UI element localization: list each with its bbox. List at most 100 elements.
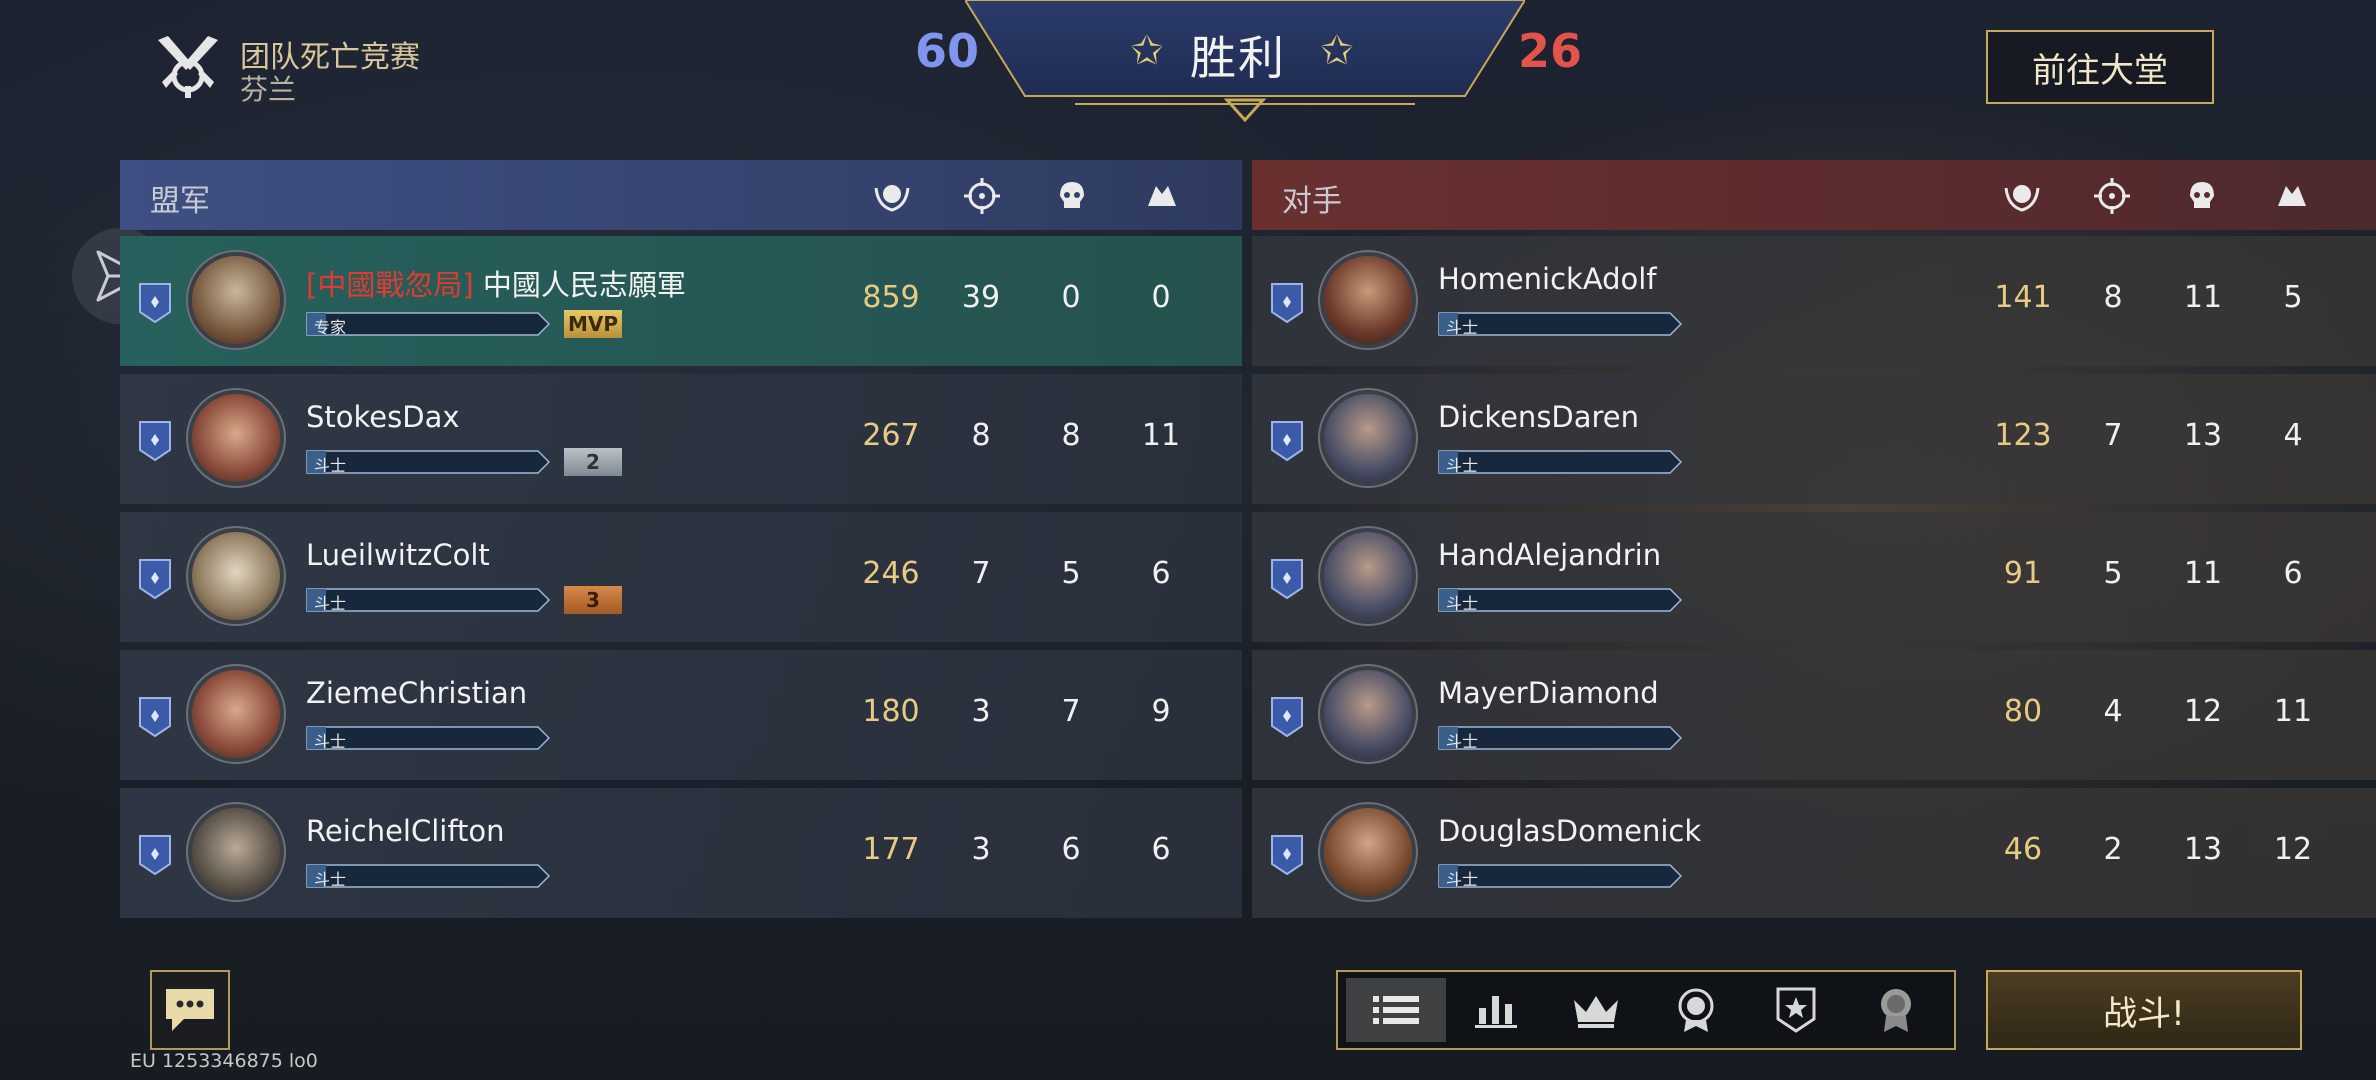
avatar	[192, 670, 280, 758]
player-score: 80	[2003, 694, 2043, 729]
player-assists: 6	[1151, 832, 1171, 867]
rank-bar: 斗士	[306, 726, 550, 751]
player-score: 267	[862, 418, 920, 453]
avatar	[1324, 808, 1412, 896]
rank-badge-icon	[1271, 559, 1303, 600]
list-icon	[1373, 996, 1419, 1024]
rank-bar: 斗士	[1438, 588, 1682, 613]
player-name: DickensDaren	[1438, 400, 1640, 434]
player-name: ZiemeChristian	[306, 676, 528, 710]
avatar	[192, 532, 280, 620]
rank-bar: 专家	[306, 312, 550, 337]
player-name: HomenickAdolf	[1438, 262, 1657, 296]
player-kills: 7	[2103, 418, 2123, 453]
crown-icon	[1574, 996, 1618, 1028]
player-kills: 4	[2103, 694, 2123, 729]
rank-title: 专家	[314, 318, 347, 337]
avatar	[192, 394, 280, 482]
player-deaths: 5	[1061, 556, 1081, 591]
ally-player-row[interactable]: LueilwitzColt 斗士 3 246 7 5 6	[120, 512, 1242, 642]
player-kills: 8	[971, 418, 991, 453]
rank-badge-icon	[1271, 421, 1303, 462]
match-result: 胜利	[1190, 31, 1286, 85]
server-id: EU 1253346875 lo0	[130, 1050, 318, 1072]
rank-badge-icon	[139, 559, 171, 600]
player-assists: 12	[2273, 832, 2313, 867]
rank-title: 斗士	[1446, 870, 1479, 889]
player-kills: 3	[971, 694, 991, 729]
player-kills: 2	[2103, 832, 2123, 867]
rank-title: 斗士	[314, 594, 347, 613]
player-score: 246	[862, 556, 920, 591]
player-score: 177	[862, 832, 920, 867]
player-kills: 8	[2103, 280, 2123, 315]
player-name: StokesDax	[306, 400, 460, 434]
player-deaths: 11	[2183, 556, 2223, 591]
rank-title: 斗士	[314, 870, 347, 889]
rank-badge-icon	[139, 283, 171, 324]
ally-player-row[interactable]: StokesDax 斗士 2 267 8 8 11	[120, 374, 1242, 504]
star-shield-icon	[1776, 987, 1816, 1033]
rank-badge-icon	[139, 421, 171, 462]
score-laurel-icon	[874, 185, 910, 212]
rank-title: 斗士	[1446, 594, 1479, 613]
battle-button[interactable]: 战斗!	[1986, 970, 2302, 1050]
enemy-player-row[interactable]: MayerDiamond 斗士 80 4 12 11	[1252, 650, 2376, 780]
player-name: LueilwitzColt	[306, 538, 490, 572]
award-icon	[1881, 989, 1911, 1032]
enemy-player-row[interactable]: DouglasDomenick 斗士 46 2 13 12	[1252, 788, 2376, 918]
player-name: [中國戰忽局] 中國人民志願軍	[306, 262, 686, 304]
crosshair-kills-icon	[964, 178, 1000, 214]
ally-player-row[interactable]: [中國戰忽局] 中國人民志願軍 专家 MVP 859 39 0 0	[120, 236, 1242, 366]
player-name-text: 中國人民志願軍	[482, 268, 686, 302]
rank-title: 斗士	[314, 456, 347, 475]
hands-assists-icon	[2278, 186, 2306, 206]
rank-title: 斗士	[1446, 732, 1479, 751]
player-score: 859	[862, 280, 920, 315]
rank-bar: 斗士	[306, 588, 550, 613]
ally-player-row[interactable]: ZiemeChristian 斗士 180 3 7 9	[120, 650, 1242, 780]
avatar	[1324, 394, 1412, 482]
player-deaths: 6	[1061, 832, 1081, 867]
chat-icon	[166, 989, 214, 1031]
hands-assists-icon	[1148, 186, 1176, 206]
player-kills: 7	[971, 556, 991, 591]
player-name: MayerDiamond	[1438, 676, 1659, 710]
tab-list[interactable]	[1346, 978, 1446, 1042]
place-badge: 3	[564, 586, 622, 614]
tab-award[interactable]	[1846, 978, 1946, 1042]
skull-deaths-icon	[1060, 182, 1084, 208]
player-deaths: 12	[2183, 694, 2223, 729]
enemy-player-row[interactable]: DickensDaren 斗士 123 7 13 4	[1252, 374, 2376, 504]
rank-badge-icon	[1271, 835, 1303, 876]
rank-bar: 斗士	[1438, 864, 1682, 889]
tab-stats[interactable]	[1446, 978, 1546, 1042]
player-name: ReichelClifton	[306, 814, 505, 848]
chat-button[interactable]	[150, 970, 230, 1050]
rank-badge-icon	[139, 697, 171, 738]
player-assists: 11	[1141, 418, 1181, 453]
map-name: 芬兰	[240, 73, 297, 106]
avatar	[1324, 670, 1412, 758]
tab-crown[interactable]	[1546, 978, 1646, 1042]
bar-chart-icon	[1475, 996, 1517, 1028]
skull-deaths-icon	[2190, 182, 2214, 208]
player-name: DouglasDomenick	[1438, 814, 1702, 848]
enemy-player-row[interactable]: HandAlejandrin 斗士 91 5 11 6	[1252, 512, 2376, 642]
rank-bar: 斗士	[306, 450, 550, 475]
enemy-player-row[interactable]: HomenickAdolf 斗士 141 8 11 5	[1252, 236, 2376, 366]
rank-badge-icon	[1271, 697, 1303, 738]
go-to-lobby-button[interactable]: 前往大堂	[1986, 30, 2214, 104]
ally-team-label: 盟军	[150, 184, 210, 219]
player-score: 180	[862, 694, 920, 729]
rank-bar: 斗士	[306, 864, 550, 889]
player-assists: 6	[2283, 556, 2303, 591]
rank-bar: 斗士	[1438, 450, 1682, 475]
star-right-icon: ✩	[1320, 28, 1354, 74]
tab-medal[interactable]	[1646, 978, 1746, 1042]
tab-star-shield[interactable]	[1746, 978, 1846, 1042]
ally-player-row[interactable]: ReichelClifton 斗士 177 3 6 6	[120, 788, 1242, 918]
view-tabs	[1336, 970, 1956, 1050]
player-assists: 11	[2273, 694, 2313, 729]
enemy-team-score: 26	[1518, 24, 1583, 78]
